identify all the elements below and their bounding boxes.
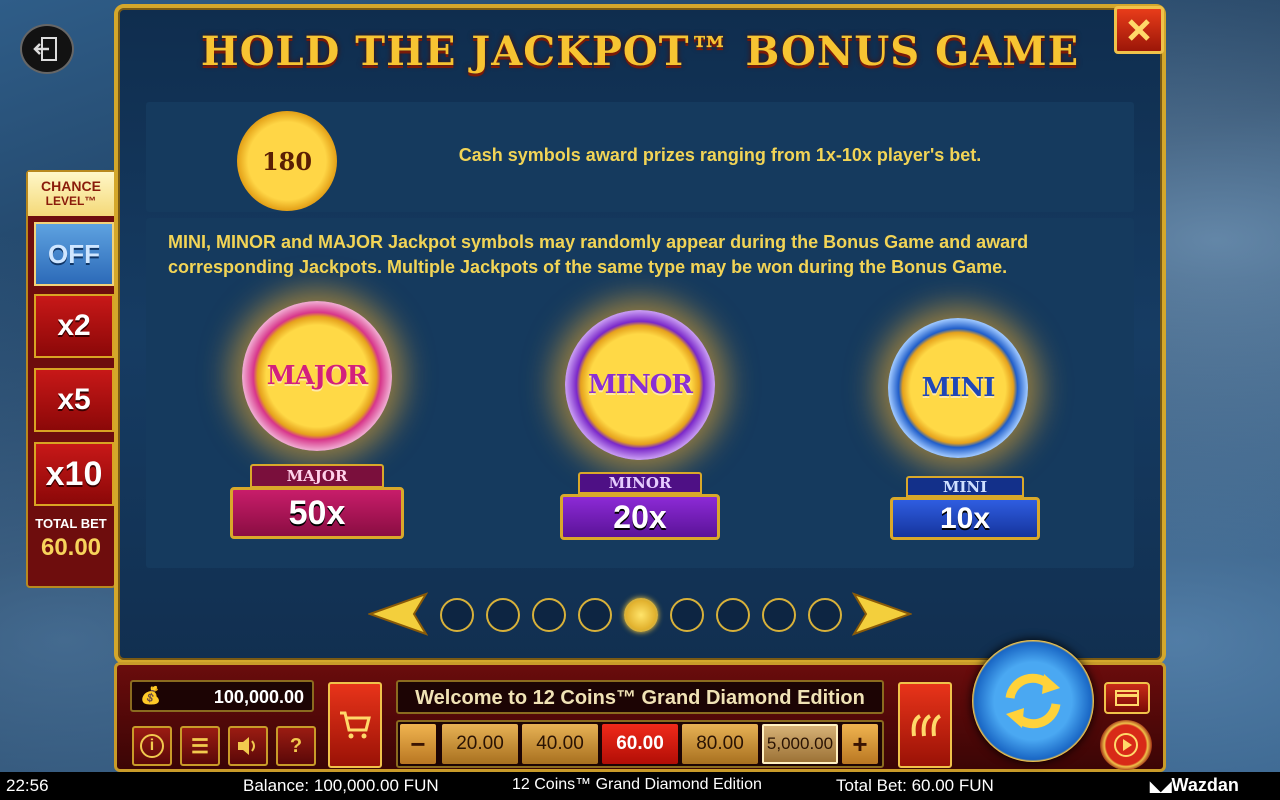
play-icon (1114, 733, 1138, 757)
mini-coin-symbol: MINI (888, 318, 1028, 458)
mini-multiplier: 10x (890, 497, 1040, 540)
chance-option-x5[interactable]: x5 (34, 368, 114, 432)
major-multiplier: 50x (230, 487, 404, 539)
settings-button[interactable] (1104, 682, 1150, 714)
menu-icon: ☰ (191, 735, 209, 758)
message-display: Welcome to 12 Coins™ Grand Diamond Editi… (396, 680, 884, 714)
clock: 22:56 (6, 776, 49, 795)
jackpot-description-line1: MINI, MINOR and MAJOR Jackpot symbols ma… (168, 232, 1029, 252)
minor-coin-symbol: MINOR (565, 310, 715, 460)
close-icon (1128, 19, 1150, 41)
page-dot-8[interactable] (762, 598, 796, 632)
help-icon: ? (289, 734, 303, 757)
info-icon: i (140, 734, 164, 758)
chance-option-x2[interactable]: x2 (34, 294, 114, 358)
balance-value: 100,000.00 (213, 687, 304, 707)
major-coin-symbol: MAJOR (242, 301, 392, 451)
menu-button[interactable]: ☰ (180, 726, 220, 766)
prev-page-arrow-icon[interactable] (368, 592, 428, 636)
exit-icon (33, 37, 57, 61)
bet-option-5000[interactable]: 5,000.00 (762, 724, 838, 764)
page-dot-7[interactable] (716, 598, 750, 632)
minor-multiplier: 20x (560, 494, 720, 540)
brand-name: Wazdan (1171, 775, 1239, 795)
chance-title-line2: LEVEL™ (45, 194, 97, 208)
major-plaque-label: MAJOR (250, 464, 384, 488)
autoplay-button[interactable] (1100, 720, 1152, 770)
mini-plaque-label: MINI (906, 476, 1024, 497)
spin-button[interactable] (972, 640, 1094, 762)
close-button[interactable] (1114, 6, 1164, 54)
bet-option-60[interactable]: 60.00 (602, 724, 678, 764)
chance-option-x10[interactable]: x10 (34, 442, 114, 506)
shopping-cart-icon (340, 711, 371, 739)
speaker-icon (238, 737, 255, 755)
popup-title: HOLD THE JACKPOT™ BONUS GAME (200, 28, 1080, 75)
page-dot-4[interactable] (578, 598, 612, 632)
spin-arrows-icon (1005, 673, 1061, 729)
money-bag-icon: 💰 (140, 686, 162, 705)
info-button[interactable]: i (132, 726, 172, 766)
chance-option-off[interactable]: OFF (34, 222, 114, 286)
jackpot-description-line2: corresponding Jackpots. Multiple Jackpot… (168, 257, 1008, 277)
chance-level-title: CHANCE LEVEL™ (28, 172, 114, 216)
wazdan-logo: ◣◢Wazdan (1150, 775, 1239, 796)
jackpot-description: MINI, MINOR and MAJOR Jackpot symbols ma… (168, 230, 1118, 280)
bet-decrease-button[interactable]: − (400, 724, 436, 764)
bet-increase-button[interactable]: + (842, 724, 878, 764)
next-page-arrow-icon[interactable] (852, 592, 912, 636)
page-dot-1[interactable] (440, 598, 474, 632)
hot-feature-button[interactable] (898, 682, 952, 768)
buy-feature-button[interactable] (328, 682, 382, 768)
status-balance: Balance: 100,000.00 FUN (243, 776, 439, 795)
page-dot-5[interactable] (624, 598, 658, 632)
exit-button[interactable] (20, 24, 74, 74)
chance-total-bet-value: 60.00 (40, 534, 102, 561)
bet-option-80[interactable]: 80.00 (682, 724, 758, 764)
chance-title-line1: CHANCE (41, 178, 101, 194)
status-total-bet: Total Bet: 60.00 FUN (836, 776, 994, 795)
page-dot-9[interactable] (808, 598, 842, 632)
bet-option-20[interactable]: 20.00 (442, 724, 518, 764)
chance-total-bet-label: TOTAL BET (35, 516, 107, 531)
sound-button[interactable] (228, 726, 268, 766)
status-bar: 22:56 Balance: 100,000.00 FUN 12 Coins™ … (0, 772, 1280, 800)
page-dot-2[interactable] (486, 598, 520, 632)
cash-description: Cash symbols award prizes ranging from 1… (458, 145, 982, 165)
bet-option-40[interactable]: 40.00 (522, 724, 598, 764)
status-game-name: 12 Coins™ Grand Diamond Edition (512, 776, 762, 793)
balance-display: 💰 100,000.00 (130, 680, 314, 712)
wazdan-logo-icon: ◣◢ (1150, 778, 1172, 794)
page-dot-6[interactable] (670, 598, 704, 632)
chance-level-panel: CHANCE LEVEL™ OFF x2 x5 x10 TOTAL BET 60… (26, 170, 116, 588)
chili-pepper-icon (911, 714, 942, 737)
minor-plaque-label: MINOR (578, 472, 702, 494)
help-button[interactable]: ? (276, 726, 316, 766)
page-dot-3[interactable] (532, 598, 566, 632)
card-icon (1115, 690, 1139, 706)
